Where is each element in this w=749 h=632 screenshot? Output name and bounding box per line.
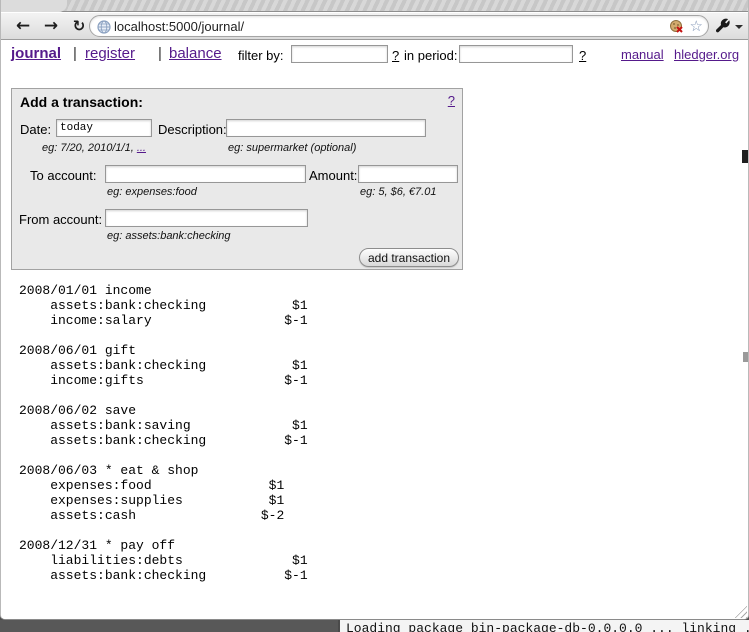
description-input[interactable] <box>226 119 426 137</box>
nav-separator: | <box>158 45 162 62</box>
nav-link-manual[interactable]: manual <box>621 47 664 62</box>
forward-button[interactable]: → <box>39 14 63 38</box>
tab-strip[interactable] <box>1 0 748 12</box>
address-bar[interactable]: localhost:5000/journal/ ☆ <box>89 15 709 37</box>
date-input[interactable] <box>56 119 152 137</box>
from-account-hint: eg: assets:bank:checking <box>107 230 231 242</box>
description-label: Description: <box>158 122 227 137</box>
period-help-link[interactable]: ? <box>579 48 586 63</box>
back-button[interactable]: ← <box>11 14 35 38</box>
amount-input[interactable] <box>358 165 458 183</box>
terminal-window-slice: Loading package bin-package-db-0.0.0.0 .… <box>338 620 749 632</box>
form-title: Add a transaction: <box>20 94 143 110</box>
add-transaction-form: Add a transaction: ? Date: Description: … <box>11 88 463 270</box>
hledger-nav: journal | register | balance filter by: … <box>1 40 748 74</box>
filter-input[interactable] <box>291 45 388 63</box>
bookmark-star-icon[interactable]: ☆ <box>690 17 703 35</box>
wrench-menu-button[interactable] <box>714 17 744 35</box>
amount-hint: eg: 5, $6, €7.01 <box>360 186 436 198</box>
nav-separator: | <box>73 45 77 62</box>
url-text[interactable]: localhost:5000/journal/ <box>114 19 244 34</box>
description-hint: eg: supermarket (optional) <box>228 142 356 154</box>
nav-link-journal[interactable]: journal <box>11 45 61 62</box>
globe-icon <box>97 20 111 39</box>
browser-window: ← → ↻ localhost:5000/journal/ <box>0 0 749 620</box>
date-hint: eg: 7/20, 2010/1/1, ... <box>42 142 146 154</box>
to-account-label: To account: <box>30 168 97 183</box>
amount-label: Amount: <box>309 168 357 183</box>
nav-link-balance[interactable]: balance <box>169 45 222 62</box>
date-label: Date: <box>20 122 51 137</box>
page-content: journal | register | balance filter by: … <box>1 40 748 620</box>
browser-toolbar: ← → ↻ localhost:5000/journal/ <box>1 13 748 40</box>
from-account-label: From account: <box>19 212 102 227</box>
in-period-label: in period: <box>404 48 457 63</box>
nav-link-register[interactable]: register <box>85 45 135 62</box>
chevron-down-icon <box>735 25 743 29</box>
nav-link-hledger-org[interactable]: hledger.org <box>674 47 739 62</box>
filter-by-label: filter by: <box>238 48 284 63</box>
reload-button[interactable]: ↻ <box>67 14 91 38</box>
active-tab[interactable] <box>1 0 67 12</box>
filter-help-link[interactable]: ? <box>392 48 399 63</box>
from-account-input[interactable] <box>105 209 308 227</box>
form-help-link[interactable]: ? <box>448 93 455 108</box>
to-account-input[interactable] <box>105 165 306 183</box>
terminal-output-text: Loading package bin-package-db-0.0.0.0 .… <box>346 621 749 632</box>
cookie-blocked-icon[interactable] <box>669 19 684 34</box>
wrench-icon <box>714 21 731 38</box>
background-window-artifact <box>743 352 749 362</box>
period-input[interactable] <box>459 45 573 63</box>
date-hint-text: eg: 7/20, 2010/1/1, <box>42 142 137 154</box>
add-transaction-button[interactable]: add transaction <box>359 248 459 267</box>
screen: ← → ↻ localhost:5000/journal/ <box>0 0 749 632</box>
desktop-background-strip: Loading package bin-package-db-0.0.0.0 .… <box>0 620 749 632</box>
background-window-artifact <box>742 150 749 163</box>
journal-entries: 2008/01/01 income assets:bank:checking $… <box>19 283 308 583</box>
date-hint-more-link[interactable]: ... <box>137 142 146 154</box>
to-account-hint: eg: expenses:food <box>107 186 197 198</box>
